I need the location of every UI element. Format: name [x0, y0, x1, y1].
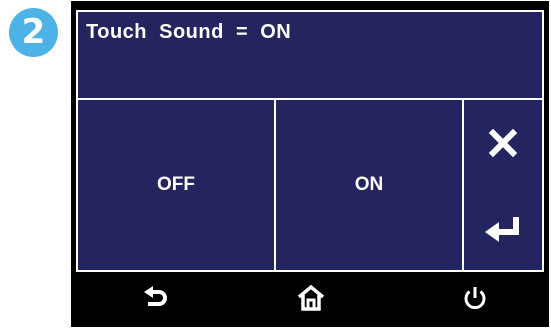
off-option-button[interactable]: OFF	[78, 100, 276, 270]
enter-return-icon	[485, 216, 519, 242]
step-number-badge: 2	[9, 8, 58, 57]
close-icon	[488, 128, 518, 157]
touch-screen: Touch Sound = ON OFF ON	[76, 10, 544, 272]
on-option-button[interactable]: ON	[276, 100, 464, 270]
device-display: Touch Sound = ON OFF ON	[71, 1, 549, 327]
enter-button[interactable]	[464, 185, 542, 270]
home-icon	[297, 284, 325, 311]
off-option-label: OFF	[157, 174, 195, 195]
title-bar: Touch Sound = ON	[78, 12, 542, 100]
navigation-bar	[71, 272, 549, 327]
home-button[interactable]	[281, 276, 341, 320]
power-button[interactable]	[445, 276, 505, 320]
cancel-button[interactable]	[464, 100, 542, 185]
on-option-label: ON	[354, 174, 384, 195]
side-button-column	[464, 100, 542, 270]
setting-title: Touch Sound = ON	[86, 21, 292, 43]
power-icon	[464, 287, 486, 310]
back-arrow-icon	[144, 286, 167, 306]
back-button[interactable]	[126, 276, 186, 320]
